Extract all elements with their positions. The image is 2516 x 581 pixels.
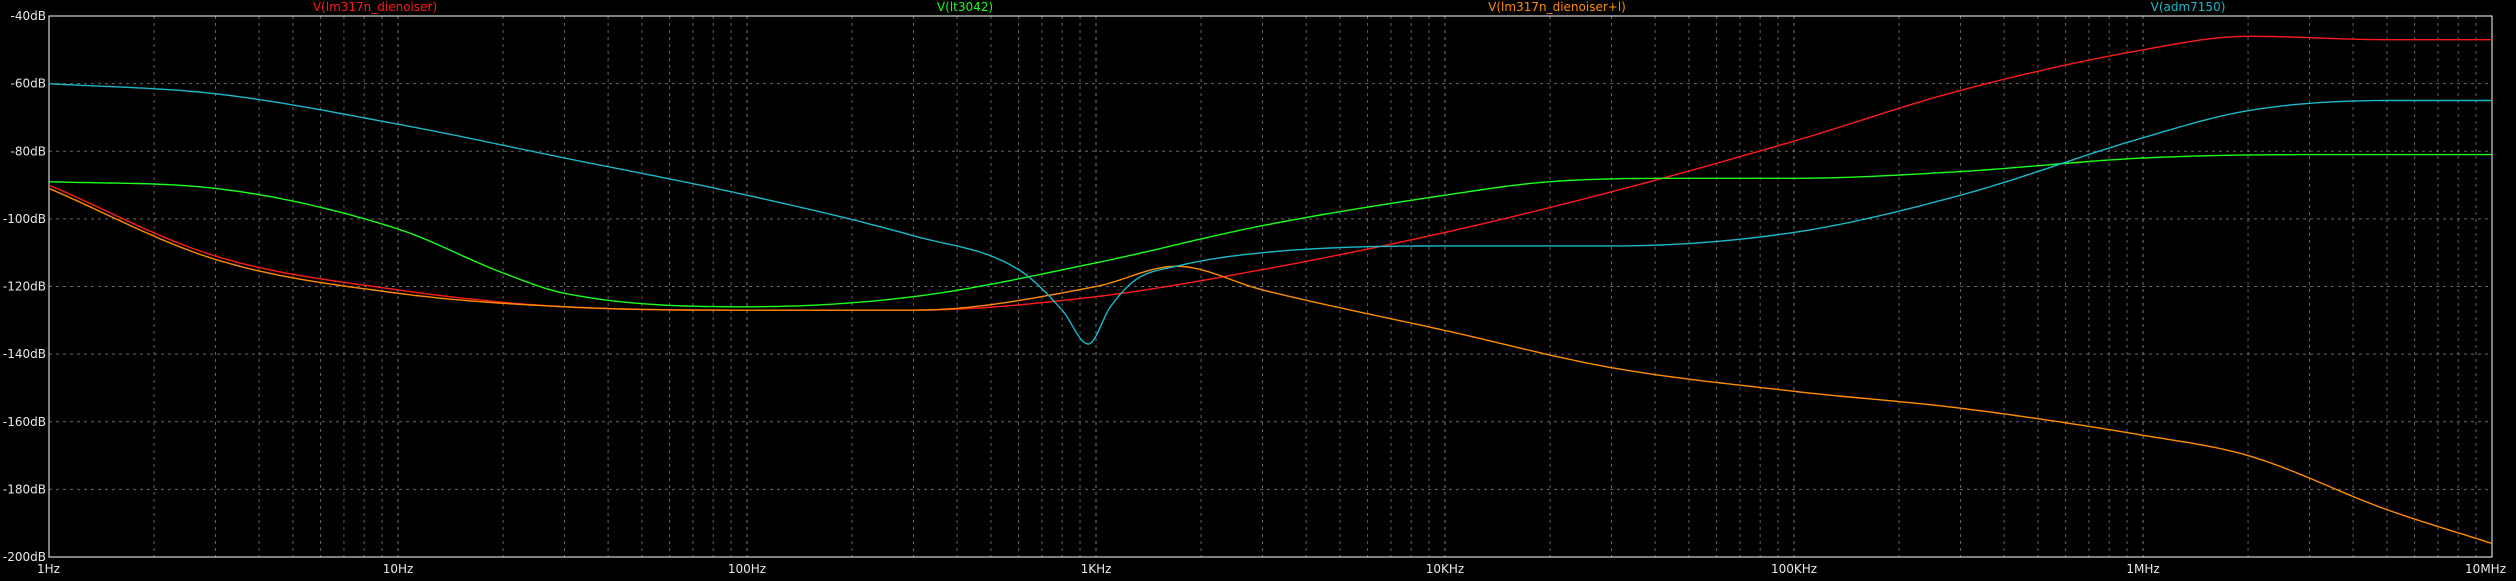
legend-entry-3: V(lm317n_dienoiser+l)	[1488, 0, 1626, 14]
legend-entry-1: V(lm317n_dienoiser)	[313, 0, 437, 14]
y-tick-label: -80dB	[11, 144, 46, 158]
y-tick-label: -60dB	[11, 77, 46, 91]
x-tick-label: 100KHz	[1771, 562, 1817, 576]
x-tick-label: 100Hz	[728, 562, 766, 576]
y-tick-label: -180dB	[3, 482, 46, 496]
x-tick-label: 1MHz	[2126, 562, 2159, 576]
legend-entry-2: V(lt3042)	[937, 0, 993, 14]
x-tick-label: 10KHz	[1426, 562, 1464, 576]
y-tick-label: -160dB	[3, 415, 46, 429]
x-tick-label: 10MHz	[2465, 562, 2506, 576]
y-tick-label: -100dB	[3, 212, 46, 226]
x-tick-label: 10Hz	[383, 562, 414, 576]
y-tick-label: -140dB	[3, 347, 46, 361]
chart: -40dB -60dB -80dB -100dB -120dB -140dB -160dB -…	[0, 0, 2516, 581]
legend-entry-4: V(adm7150)	[2151, 0, 2226, 14]
y-tick-label: -40dB	[11, 9, 46, 23]
x-tick-label: 1KHz	[1081, 562, 1112, 576]
x-tick-label: 1Hz	[37, 562, 60, 576]
y-tick-label: -120dB	[3, 280, 46, 294]
